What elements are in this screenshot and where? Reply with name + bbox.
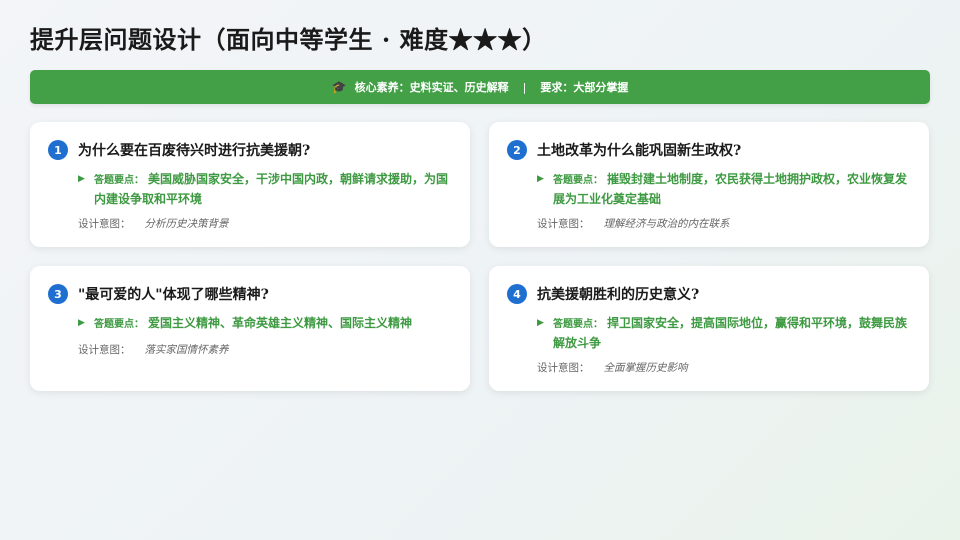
graduation-cap-icon: 🎓 bbox=[331, 80, 347, 94]
question-number-badge: 2 bbox=[507, 140, 527, 160]
question-header: 2 土地改革为什么能巩固新生政权? bbox=[507, 140, 911, 160]
intent-label: 设计意图： bbox=[537, 218, 590, 230]
answer-text: 摧毁封建土地制度，农民获得土地拥护政权，农业恢复发展为工业化奠定基础 bbox=[553, 172, 908, 206]
question-text: 土地改革为什么能巩固新生政权? bbox=[537, 143, 742, 159]
triangle-right-icon: ▶ bbox=[537, 174, 544, 184]
answer-points: ▶ 答题要点： 美国威胁国家安全，干涉中国内政，朝鲜请求援助，为国内建设争取和平环… bbox=[48, 170, 452, 208]
answer-label: 答题要点： bbox=[553, 175, 603, 186]
page-title: 提升层问题设计（面向中等学生 · 难度★★★） bbox=[30, 25, 547, 54]
question-header: 3 "最可爱的人"体现了哪些精神? bbox=[48, 284, 452, 304]
banner-separator: | bbox=[522, 80, 527, 94]
core-literacy-text: 核心素养：史料实证、历史解释 bbox=[354, 81, 509, 94]
answer-points: ▶ 答题要点： 捍卫国家安全，提高国际地位，赢得和平环境，鼓舞民族解放斗争 bbox=[507, 314, 911, 352]
answer-text: 美国威胁国家安全，干涉中国内政，朝鲜请求援助，为国内建设争取和平环境 bbox=[94, 172, 449, 206]
triangle-right-icon: ▶ bbox=[78, 318, 85, 328]
question-number-badge: 1 bbox=[48, 140, 68, 160]
question-number-badge: 4 bbox=[507, 284, 527, 304]
requirement-text: 要求：大部分掌握 bbox=[540, 81, 629, 94]
question-number-badge: 3 bbox=[48, 284, 68, 304]
triangle-right-icon: ▶ bbox=[78, 174, 85, 184]
design-intent: 设计意图： 全面掌握历史影响 bbox=[507, 360, 911, 375]
answer-label: 答题要点： bbox=[94, 175, 144, 186]
requirement-banner: 🎓 核心素养：史料实证、历史解释 | 要求：大部分掌握 bbox=[30, 70, 930, 104]
design-intent: 设计意图： 分析历史决策背景 bbox=[48, 216, 452, 231]
answer-label: 答题要点： bbox=[553, 319, 603, 330]
question-text: "最可爱的人"体现了哪些精神? bbox=[78, 287, 269, 303]
question-card-2: 2 土地改革为什么能巩固新生政权? ▶ 答题要点： 摧毁封建土地制度，农民获得土地… bbox=[489, 122, 929, 247]
triangle-right-icon: ▶ bbox=[537, 318, 544, 328]
intent-label: 设计意图： bbox=[78, 218, 131, 230]
intent-label: 设计意图： bbox=[537, 362, 590, 374]
question-header: 1 为什么要在百废待兴时进行抗美援朝? bbox=[48, 140, 452, 160]
answer-label: 答题要点： bbox=[94, 319, 144, 330]
answer-text: 捍卫国家安全，提高国际地位，赢得和平环境，鼓舞民族解放斗争 bbox=[553, 316, 908, 350]
design-intent: 设计意图： 理解经济与政治的内在联系 bbox=[507, 216, 911, 231]
question-text: 抗美援朝胜利的历史意义? bbox=[537, 287, 700, 303]
intent-label: 设计意图： bbox=[78, 344, 131, 356]
question-text: 为什么要在百废待兴时进行抗美援朝? bbox=[78, 143, 311, 159]
design-intent: 设计意图： 落实家国情怀素养 bbox=[48, 342, 452, 357]
answer-points: ▶ 答题要点： 摧毁封建土地制度，农民获得土地拥护政权，农业恢复发展为工业化奠定基… bbox=[507, 170, 911, 208]
intent-text: 全面掌握历史影响 bbox=[603, 362, 688, 374]
intent-text: 分析历史决策背景 bbox=[144, 218, 229, 230]
question-card-4: 4 抗美援朝胜利的历史意义? ▶ 答题要点： 捍卫国家安全，提高国际地位，赢得和平… bbox=[489, 266, 929, 391]
intent-text: 落实家国情怀素养 bbox=[144, 344, 229, 356]
question-header: 4 抗美援朝胜利的历史意义? bbox=[507, 284, 911, 304]
question-card-3: 3 "最可爱的人"体现了哪些精神? ▶ 答题要点： 爱国主义精神、革命英雄主义精神… bbox=[30, 266, 470, 391]
answer-text: 爱国主义精神、革命英雄主义精神、国际主义精神 bbox=[148, 316, 413, 330]
question-card-1: 1 为什么要在百废待兴时进行抗美援朝? ▶ 答题要点： 美国威胁国家安全，干涉中国… bbox=[30, 122, 470, 247]
answer-points: ▶ 答题要点： 爱国主义精神、革命英雄主义精神、国际主义精神 bbox=[48, 314, 452, 334]
intent-text: 理解经济与政治的内在联系 bbox=[603, 218, 730, 230]
